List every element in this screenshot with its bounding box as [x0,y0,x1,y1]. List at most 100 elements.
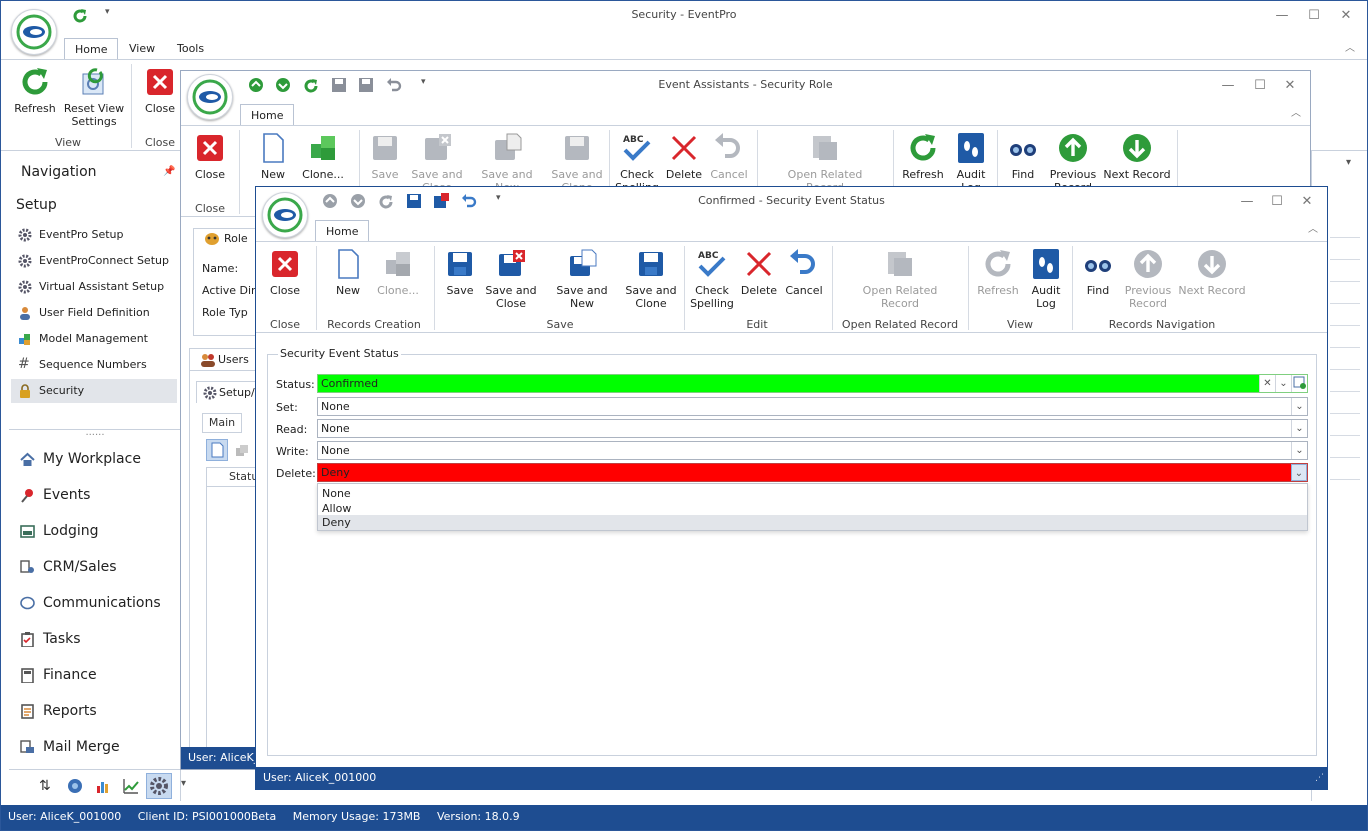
close-button[interactable]: Close [139,66,181,115]
previous-record-button[interactable]: Previous Record [1047,132,1099,186]
close-window-icon[interactable]: ✕ [1279,75,1301,97]
settings-icon[interactable] [146,773,172,799]
module-lodging[interactable]: Lodging [19,516,99,546]
save-new-button[interactable]: Save and New [469,132,545,194]
module-finance[interactable]: Finance [19,660,97,690]
refresh-button[interactable]: Refresh [9,66,61,115]
sidebar-item-sequence-numbers[interactable]: # Sequence Numbers [15,353,181,377]
check-spelling-button[interactable]: ABC Check Spelling [688,248,736,310]
tab-view[interactable]: View [119,38,165,59]
reset-view-button[interactable]: Reset View Settings [63,66,125,128]
open-related-button[interactable]: Open Related Record [856,248,944,310]
save-button[interactable]: Save [442,248,478,297]
minimize-icon[interactable]: — [1271,5,1293,27]
sidebar-item-model-management[interactable]: Model Management [15,327,181,351]
module-tasks[interactable]: Tasks [19,624,81,654]
tab-home[interactable]: Home [315,220,370,243]
sidebar-item-virtual-assistant-setup[interactable]: Virtual Assistant Setup [15,275,181,299]
module-mail-merge[interactable]: Mail Merge [19,732,120,762]
grid-body [206,487,262,763]
tab-home[interactable]: Home [64,38,119,61]
clone-button[interactable]: Clone... [374,248,422,297]
find-button[interactable]: Find [1080,248,1116,297]
module-reports[interactable]: Reports [19,696,97,726]
sort-icon[interactable]: ⇅ [39,778,51,794]
nav-splitter[interactable]: ...... [9,428,181,438]
close-window-icon[interactable]: ✕ [1296,191,1318,213]
close-button[interactable]: Close [189,132,231,181]
clone-button[interactable]: Clone... [299,132,347,181]
save-new-button[interactable]: Save and New [544,248,620,310]
module-my-workplace[interactable]: My Workplace [19,444,141,474]
close-button[interactable]: Close [264,248,306,297]
new-button[interactable]: New [251,132,295,181]
maximize-icon[interactable]: ☐ [1249,75,1271,97]
chevron-down-icon[interactable]: ▾ [181,778,186,789]
pin-icon[interactable]: 📌 [163,166,175,177]
cancel-button[interactable]: Cancel [782,248,826,297]
users-tab[interactable]: Users [189,348,263,370]
minimize-icon[interactable]: — [1236,191,1258,213]
dropdown-option-none[interactable]: None [318,486,1307,501]
chevron-down-icon[interactable]: ▾ [1346,157,1351,168]
delete-button[interactable]: Delete [738,248,780,297]
module-communications[interactable]: Communications [19,588,161,618]
audit-log-button[interactable]: Audit Log [951,132,991,186]
read-select[interactable]: None ⌄ [317,419,1308,438]
globe-icon[interactable] [67,778,83,794]
chevron-down-icon[interactable]: ⌄ [1291,420,1307,437]
sidebar-item-security[interactable]: Security [11,379,177,403]
sidebar-item-eventproconnect-setup[interactable]: EventProConnect Setup [15,249,181,273]
dropdown-option-deny[interactable]: Deny [318,515,1307,530]
minimize-icon[interactable]: — [1217,75,1239,97]
refresh-button[interactable]: Refresh [899,132,947,181]
save-clone-button[interactable]: Save and Clone [549,132,605,186]
open-related-button[interactable]: Open Related Record [781,132,869,186]
next-record-button[interactable]: Next Record [1103,132,1171,181]
chevron-down-icon[interactable]: ⌄ [1291,442,1307,459]
save-clone-button[interactable]: Save and Clone [624,248,678,310]
write-select[interactable]: None ⌄ [317,441,1308,460]
main-subtab[interactable]: Main [202,413,242,433]
close-window-icon[interactable]: ✕ [1335,5,1357,27]
save-close-button[interactable]: Save and Close [484,248,538,310]
module-crm-sales[interactable]: CRM/Sales [19,552,117,582]
previous-record-button[interactable]: Previous Record [1122,248,1174,310]
delete-select[interactable]: Deny ⌄ [317,463,1308,482]
new-button[interactable]: New [326,248,370,297]
maximize-icon[interactable]: ☐ [1266,191,1288,213]
module-events[interactable]: Events [19,480,90,510]
clone-row-icon[interactable] [234,443,250,459]
cancel-button[interactable]: Cancel [707,132,751,181]
resize-grip-icon[interactable]: ⋰ [1315,767,1324,789]
ribbon-collapse-icon[interactable]: ︿ [1302,219,1324,241]
find-button[interactable]: Find [1005,132,1041,181]
grid-header-status[interactable]: Status [206,467,264,487]
tab-tools[interactable]: Tools [167,38,214,59]
tab-home[interactable]: Home [240,104,295,127]
refresh-button[interactable]: Refresh [974,248,1022,297]
sidebar-item-eventpro-setup[interactable]: EventPro Setup [15,223,181,247]
status-field[interactable]: Confirmed ✕ ⌄ [317,374,1308,393]
chevron-down-icon[interactable]: ⌄ [1291,398,1307,415]
setup-tab[interactable]: Setup/ [196,381,262,403]
ribbon-collapse-icon[interactable]: ︿ [1339,38,1361,60]
next-record-button[interactable]: Next Record [1178,248,1246,297]
check-spelling-button[interactable]: ABC Check Spelling [613,132,661,186]
maximize-icon[interactable]: ☐ [1303,5,1325,27]
set-select[interactable]: None ⌄ [317,397,1308,416]
delete-button[interactable]: Delete [663,132,705,181]
chevron-down-icon[interactable]: ⌄ [1275,375,1291,392]
ribbon-collapse-icon[interactable]: ︿ [1285,103,1307,125]
sidebar-item-user-field-definition[interactable]: User Field Definition [15,301,181,325]
chart-icon[interactable] [95,778,111,794]
audit-log-button[interactable]: Audit Log [1026,248,1066,310]
dropdown-option-allow[interactable]: Allow [318,501,1307,516]
save-close-button[interactable]: Save and Close [409,132,465,186]
save-button[interactable]: Save [367,132,403,181]
lookup-icon[interactable] [1291,375,1307,392]
line-chart-icon[interactable] [123,778,139,794]
chevron-down-icon[interactable]: ⌄ [1291,464,1307,481]
new-row-icon[interactable] [206,439,228,461]
clear-icon[interactable]: ✕ [1259,375,1275,392]
